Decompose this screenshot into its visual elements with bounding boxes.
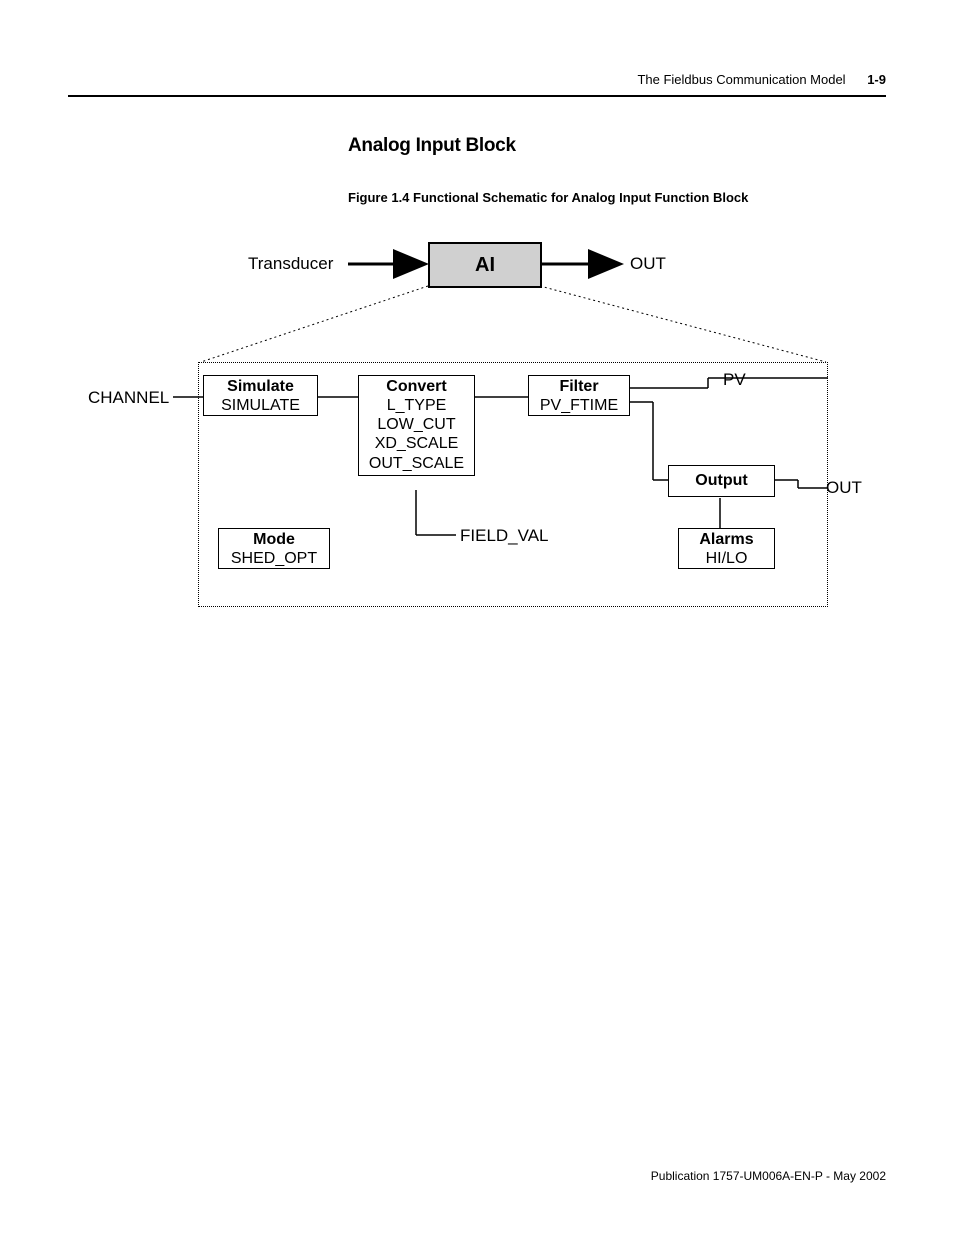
fieldval-label: FIELD_VAL: [460, 526, 549, 546]
header-rule: [68, 95, 886, 97]
simulate-param-0: SIMULATE: [204, 396, 317, 415]
mode-param-0: SHED_OPT: [219, 549, 329, 568]
alarms-title: Alarms: [679, 529, 774, 549]
publication-footer: Publication 1757-UM006A-EN-P - May 2002: [651, 1169, 886, 1183]
diagram: Transducer AI OUT: [68, 230, 886, 650]
convert-title: Convert: [359, 376, 474, 396]
convert-param-2: XD_SCALE: [359, 434, 474, 453]
page: The Fieldbus Communication Model 1-9 Ana…: [0, 0, 954, 1235]
pv-label: PV: [723, 370, 746, 390]
out-side-label: OUT: [826, 478, 862, 498]
convert-param-0: L_TYPE: [359, 396, 474, 415]
mode-block: Mode SHED_OPT: [218, 528, 330, 569]
output-block: Output: [668, 465, 775, 497]
section-title: Analog Input Block: [348, 135, 516, 157]
convert-block: Convert L_TYPE LOW_CUT XD_SCALE OUT_SCAL…: [358, 375, 475, 476]
running-header: The Fieldbus Communication Model 1-9: [637, 72, 886, 87]
out-top-label: OUT: [630, 254, 666, 274]
page-number: 1-9: [867, 72, 886, 87]
convert-param-3: OUT_SCALE: [359, 454, 474, 473]
channel-label: CHANNEL: [88, 388, 169, 408]
figure-caption: Figure 1.4 Functional Schematic for Anal…: [348, 190, 748, 205]
simulate-title: Simulate: [204, 376, 317, 396]
alarms-block: Alarms HI/LO: [678, 528, 775, 569]
chapter-title: The Fieldbus Communication Model: [637, 72, 845, 87]
simulate-block: Simulate SIMULATE: [203, 375, 318, 416]
output-title: Output: [669, 466, 774, 494]
filter-title: Filter: [529, 376, 629, 396]
filter-block: Filter PV_FTIME: [528, 375, 630, 416]
convert-param-1: LOW_CUT: [359, 415, 474, 434]
transducer-label: Transducer: [248, 254, 333, 274]
filter-param-0: PV_FTIME: [529, 396, 629, 415]
mode-title: Mode: [219, 529, 329, 549]
ai-block: AI: [428, 242, 542, 288]
alarms-param-0: HI/LO: [679, 549, 774, 568]
